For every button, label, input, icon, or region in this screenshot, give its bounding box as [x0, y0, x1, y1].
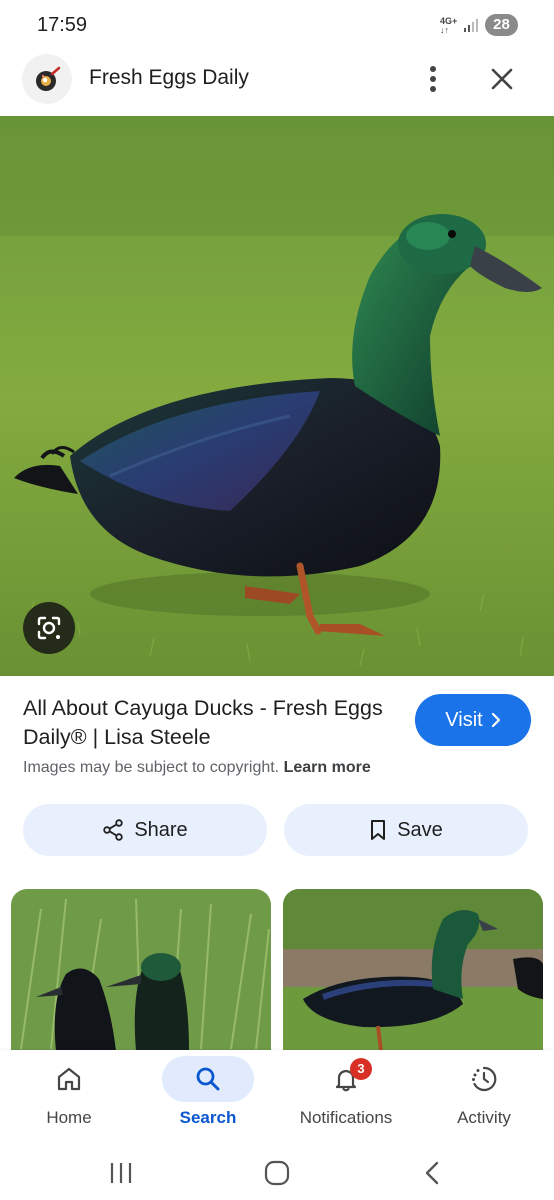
visit-button[interactable]: Visit [415, 694, 531, 746]
nav-search-label: Search [179, 1108, 237, 1127]
battery-level: 28 [493, 16, 510, 33]
copyright-text: Images may be subject to copyright. [23, 759, 280, 776]
related-image-2[interactable] [283, 889, 543, 1051]
share-label: Share [134, 818, 188, 841]
bookmark-icon [371, 820, 386, 840]
activity-icon [472, 1066, 497, 1092]
site-title[interactable]: Fresh Eggs Daily [89, 66, 249, 90]
site-logo-icon[interactable] [22, 54, 72, 104]
bottom-navigation: Home Search 3 Notifications Activity [0, 1050, 554, 1145]
status-bar: 17:59 4G+ ↓↑ 28 [0, 0, 554, 52]
nav-notifications-label: Notifications [299, 1108, 393, 1127]
related-image-1[interactable] [11, 889, 271, 1051]
nav-activity-label: Activity [457, 1108, 511, 1127]
result-title[interactable]: All About Cayuga Ducks - Fresh Eggs Dail… [23, 694, 393, 752]
recent-apps-icon [110, 1163, 132, 1183]
lens-search-button[interactable] [23, 602, 75, 654]
nav-home-label: Home [46, 1108, 92, 1127]
nav-home-icon-wrap [23, 1056, 115, 1102]
share-icon [103, 819, 124, 841]
signal-icon [464, 19, 478, 32]
status-time: 17:59 [37, 14, 88, 36]
system-navigation-bar [0, 1145, 554, 1200]
back-icon [425, 1161, 439, 1185]
system-back-button[interactable] [412, 1155, 452, 1191]
nav-search[interactable]: Search [139, 1050, 277, 1145]
notification-badge: 3 [350, 1058, 372, 1080]
close-icon [491, 68, 513, 90]
home-icon [57, 1067, 81, 1091]
battery-icon: 28 [485, 14, 518, 36]
home-circle-icon [264, 1160, 290, 1186]
nav-activity-icon-wrap [438, 1056, 530, 1102]
visit-label: Visit [445, 708, 483, 731]
save-label: Save [397, 818, 443, 841]
nav-search-icon-wrap [162, 1056, 254, 1102]
search-icon [196, 1067, 220, 1091]
nav-notifications-icon-wrap [300, 1056, 392, 1102]
nav-activity[interactable]: Activity [415, 1050, 553, 1145]
chevron-right-icon [491, 713, 500, 727]
system-home-button[interactable] [257, 1155, 297, 1191]
nav-home[interactable]: Home [0, 1050, 138, 1145]
header: Fresh Eggs Daily [0, 52, 554, 116]
lens-icon [37, 616, 61, 640]
learn-more-link[interactable]: Learn more [284, 759, 371, 776]
nav-notifications[interactable]: 3 Notifications [277, 1050, 415, 1145]
network-type-icon: 4G+ ↓↑ [440, 16, 458, 35]
main-image-cayuga-duck[interactable] [0, 116, 554, 676]
copyright-notice: Images may be subject to copyright. Lear… [23, 759, 371, 777]
recent-apps-button[interactable] [101, 1155, 141, 1191]
more-vert-icon [430, 66, 436, 92]
save-button[interactable]: Save [284, 804, 528, 856]
share-button[interactable]: Share [23, 804, 267, 856]
more-options-button[interactable] [418, 62, 448, 96]
close-button[interactable] [485, 62, 519, 96]
